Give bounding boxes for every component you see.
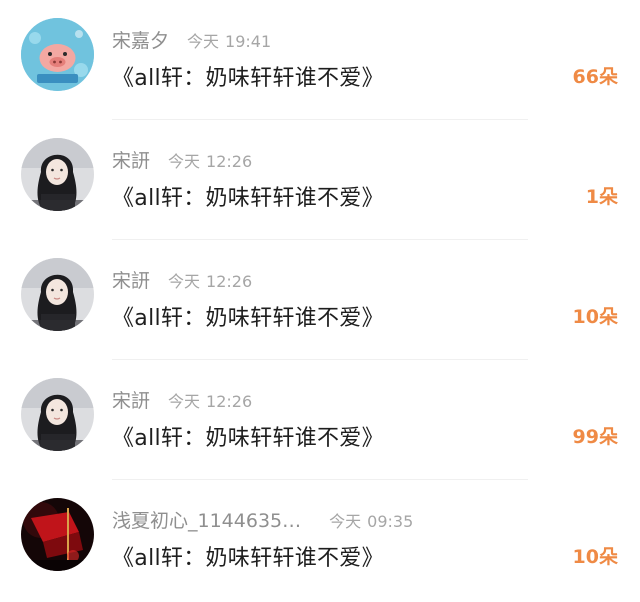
username[interactable]: 宋訮 (112, 146, 150, 173)
list-item[interactable]: 宋訮 今天 12:26 《all轩：奶味轩轩谁不爱》 10朵 (0, 240, 640, 360)
book-title[interactable]: 《all轩：奶味轩轩谁不爱》 (112, 540, 384, 572)
list-item[interactable]: 浅夏初心_1144635… 今天 09:35 《all轩：奶味轩轩谁不爱》 10朵 (0, 480, 640, 602)
list-item[interactable]: 宋訮 今天 12:26 《all轩：奶味轩轩谁不爱》 1朵 (0, 120, 640, 240)
flower-count: 66朵 (572, 66, 618, 88)
gift-comment-list: 宋嘉夕 今天 19:41 《all轩：奶味轩轩谁不爱》 66朵 宋訮 今天 12:26 (0, 0, 640, 602)
flower-count: 1朵 (585, 186, 618, 208)
date-label: 今天 (187, 32, 220, 51)
comment-meta: 浅夏初心_1144635… 今天 09:35 (112, 506, 413, 534)
time-label: 09:35 (367, 512, 414, 531)
username[interactable]: 浅夏初心_1144635… (112, 506, 301, 533)
cartoon-pig-icon (21, 18, 94, 91)
girl-portrait-icon (21, 258, 94, 331)
comment-meta: 宋訮 今天 12:26 (112, 386, 252, 414)
username[interactable]: 宋嘉夕 (112, 26, 169, 53)
avatar[interactable] (21, 378, 94, 451)
date-label: 今天 (168, 152, 201, 171)
date-label: 今天 (168, 272, 201, 291)
girl-portrait-icon (21, 378, 94, 451)
time-label: 19:41 (225, 32, 272, 51)
date-label: 今天 (168, 392, 201, 411)
avatar[interactable] (21, 258, 94, 331)
avatar[interactable] (21, 18, 94, 91)
avatar[interactable] (21, 498, 94, 571)
list-item[interactable]: 宋嘉夕 今天 19:41 《all轩：奶味轩轩谁不爱》 66朵 (0, 0, 640, 120)
comment-meta: 宋訮 今天 12:26 (112, 146, 252, 174)
book-title[interactable]: 《all轩：奶味轩轩谁不爱》 (112, 420, 384, 452)
time-label: 12:26 (206, 392, 253, 411)
flower-count: 99朵 (572, 426, 618, 448)
username[interactable]: 宋訮 (112, 386, 150, 413)
girl-portrait-icon (21, 138, 94, 211)
comment-meta: 宋嘉夕 今天 19:41 (112, 26, 271, 54)
username[interactable]: 宋訮 (112, 266, 150, 293)
flower-count: 10朵 (572, 546, 618, 568)
red-flag-icon (21, 498, 94, 571)
time-label: 12:26 (206, 152, 253, 171)
book-title[interactable]: 《all轩：奶味轩轩谁不爱》 (112, 300, 384, 332)
date-label: 今天 (329, 512, 362, 531)
flower-count: 10朵 (572, 306, 618, 328)
list-item[interactable]: 宋訮 今天 12:26 《all轩：奶味轩轩谁不爱》 99朵 (0, 360, 640, 480)
book-title[interactable]: 《all轩：奶味轩轩谁不爱》 (112, 180, 384, 212)
book-title[interactable]: 《all轩：奶味轩轩谁不爱》 (112, 60, 384, 92)
avatar[interactable] (21, 138, 94, 211)
comment-meta: 宋訮 今天 12:26 (112, 266, 252, 294)
time-label: 12:26 (206, 272, 253, 291)
